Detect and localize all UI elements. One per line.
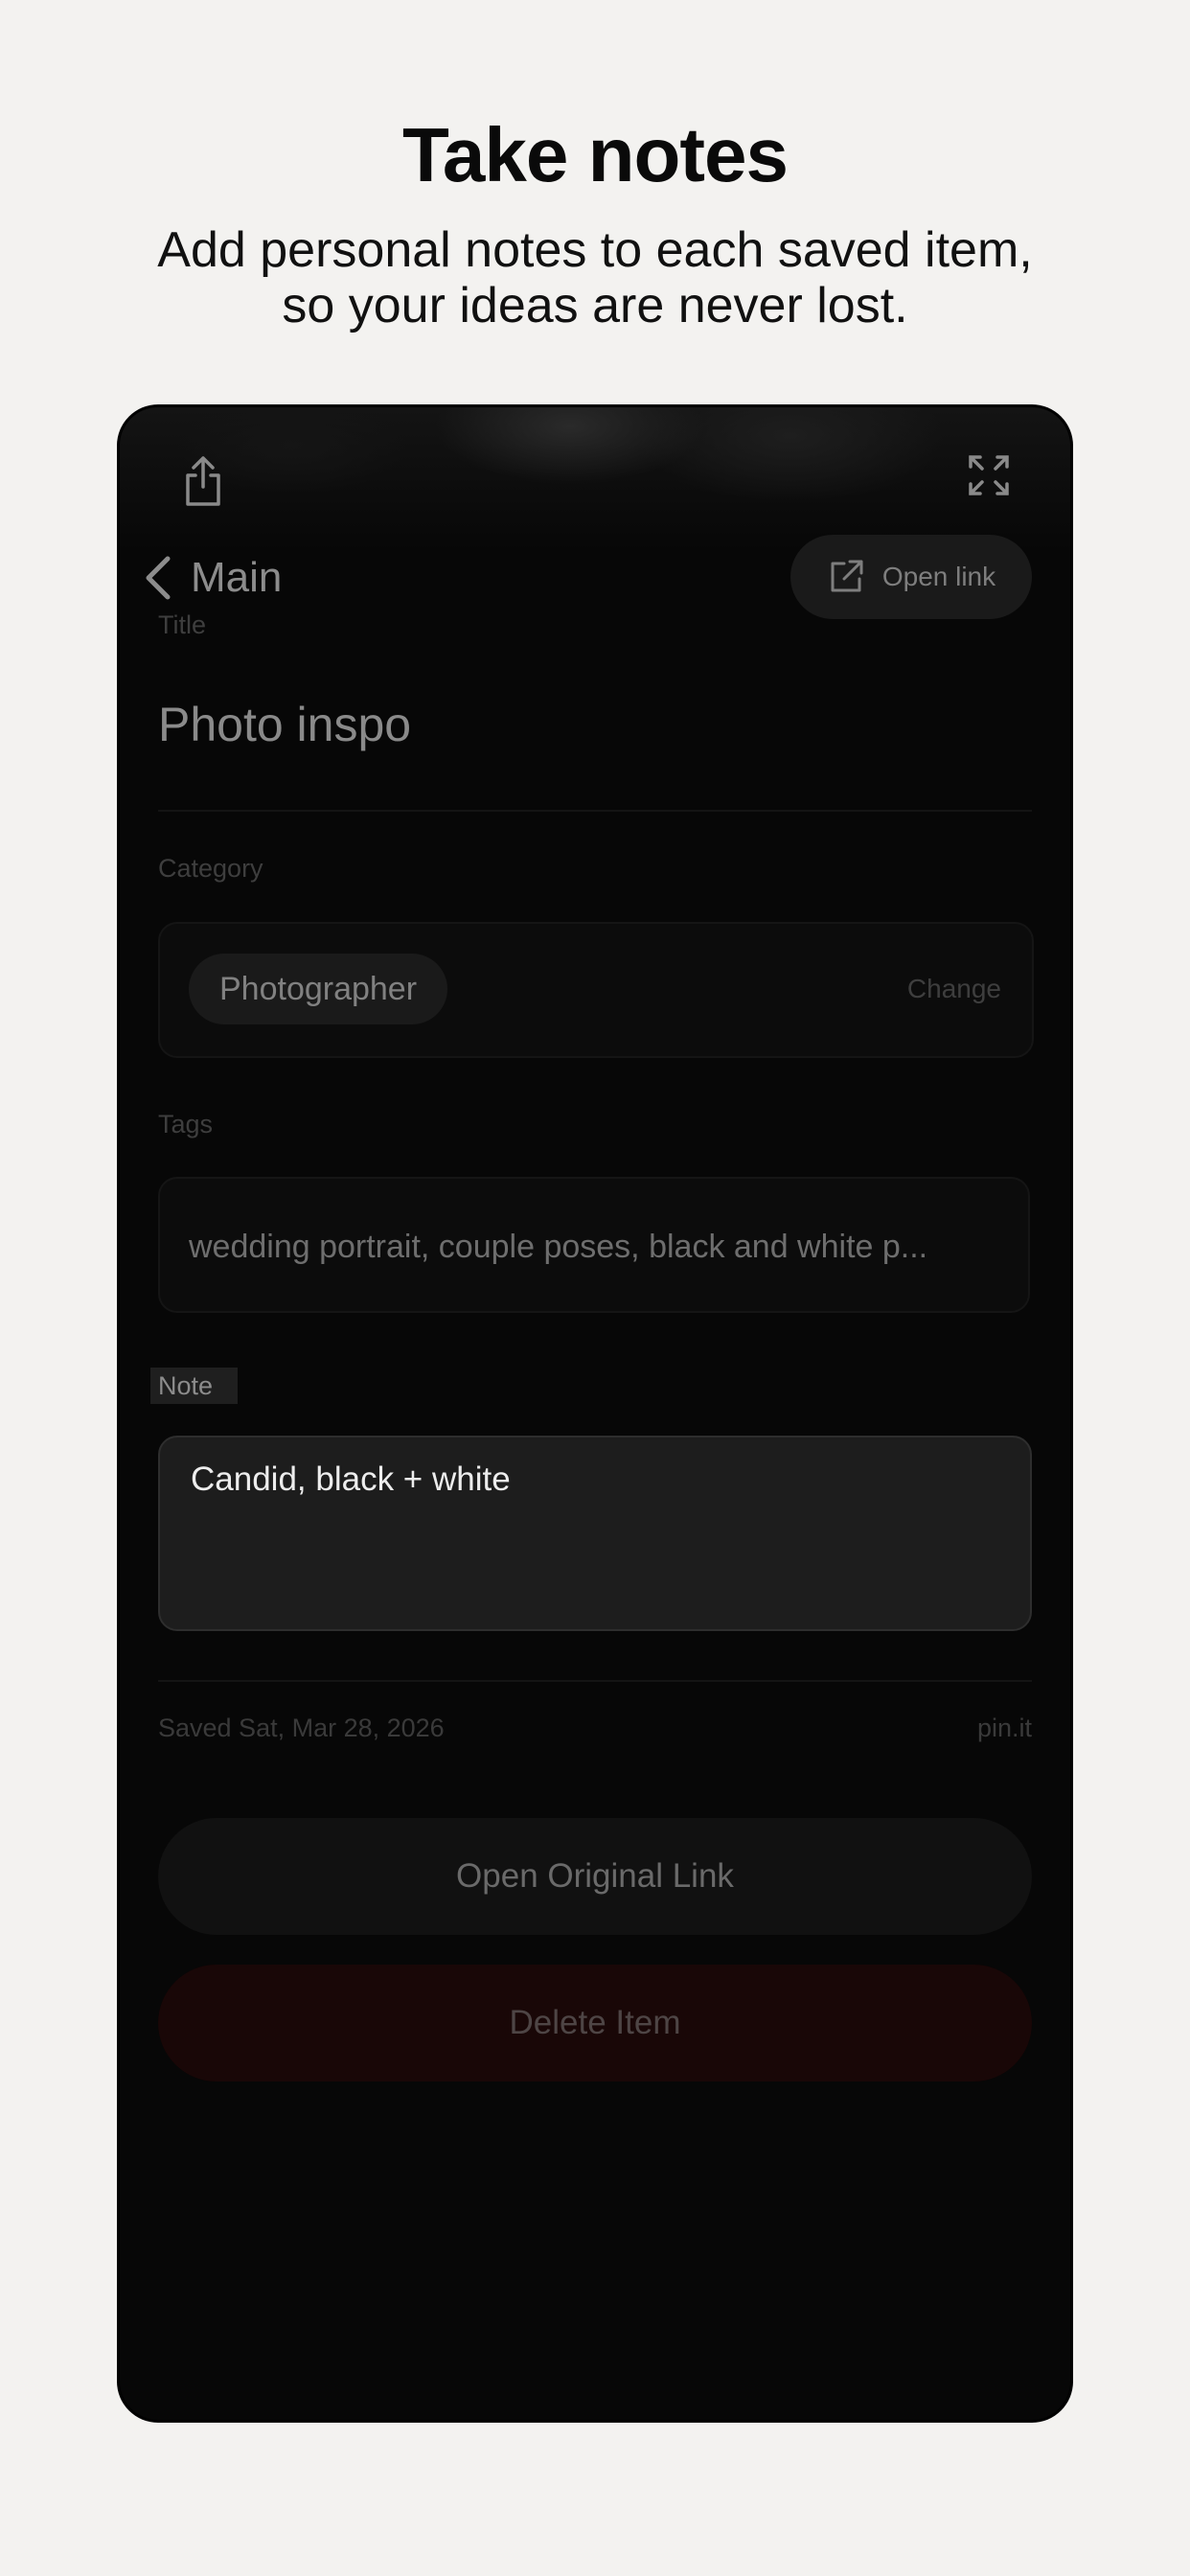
tags-field[interactable]: wedding portrait, couple poses, black an…	[158, 1177, 1030, 1313]
category-label: Category	[158, 854, 263, 883]
promo-subtitle: Add personal notes to each saved item, s…	[0, 222, 1190, 334]
item-preview-image	[120, 407, 1070, 551]
expand-icon	[969, 455, 1009, 495]
open-link-button[interactable]: Open link	[790, 535, 1032, 619]
saved-date: Saved Sat, Mar 28, 2026	[158, 1714, 445, 1742]
back-label: Main	[191, 554, 283, 601]
expand-button[interactable]	[965, 451, 1013, 499]
share-icon	[186, 456, 220, 506]
note-label: Note	[150, 1368, 239, 1404]
promo-page: Take notes Add personal notes to each sa…	[0, 0, 1190, 2576]
promo-subtitle-line-1: Add personal notes to each saved item,	[157, 222, 1033, 278]
change-category-button[interactable]: Change	[907, 974, 1001, 1004]
title-field[interactable]: Photo inspo	[158, 697, 411, 752]
divider	[158, 1680, 1032, 1682]
external-link-icon	[831, 560, 863, 592]
chevron-left-icon	[146, 556, 171, 600]
open-link-label: Open link	[881, 562, 996, 591]
delete-item-button[interactable]: Delete Item	[158, 1965, 1032, 2082]
note-field[interactable]: Candid, black + white	[158, 1436, 1032, 1631]
back-button[interactable]: Main	[139, 549, 282, 607]
category-chip[interactable]: Photographer	[189, 954, 448, 1024]
promo-subtitle-line-2: so your ideas are never lost.	[282, 278, 908, 334]
promo-headline: Take notes	[402, 112, 789, 197]
open-original-link-button[interactable]: Open Original Link	[158, 1818, 1032, 1935]
category-field[interactable]: Photographer Change	[158, 922, 1034, 1058]
source-domain: pin.it	[976, 1714, 1032, 1742]
share-button[interactable]	[179, 453, 227, 509]
app-screen: Main Open link Title Photo inspo Categor…	[120, 407, 1070, 2420]
divider	[158, 810, 1032, 812]
title-label: Title	[158, 610, 207, 639]
tags-label: Tags	[158, 1110, 214, 1138]
